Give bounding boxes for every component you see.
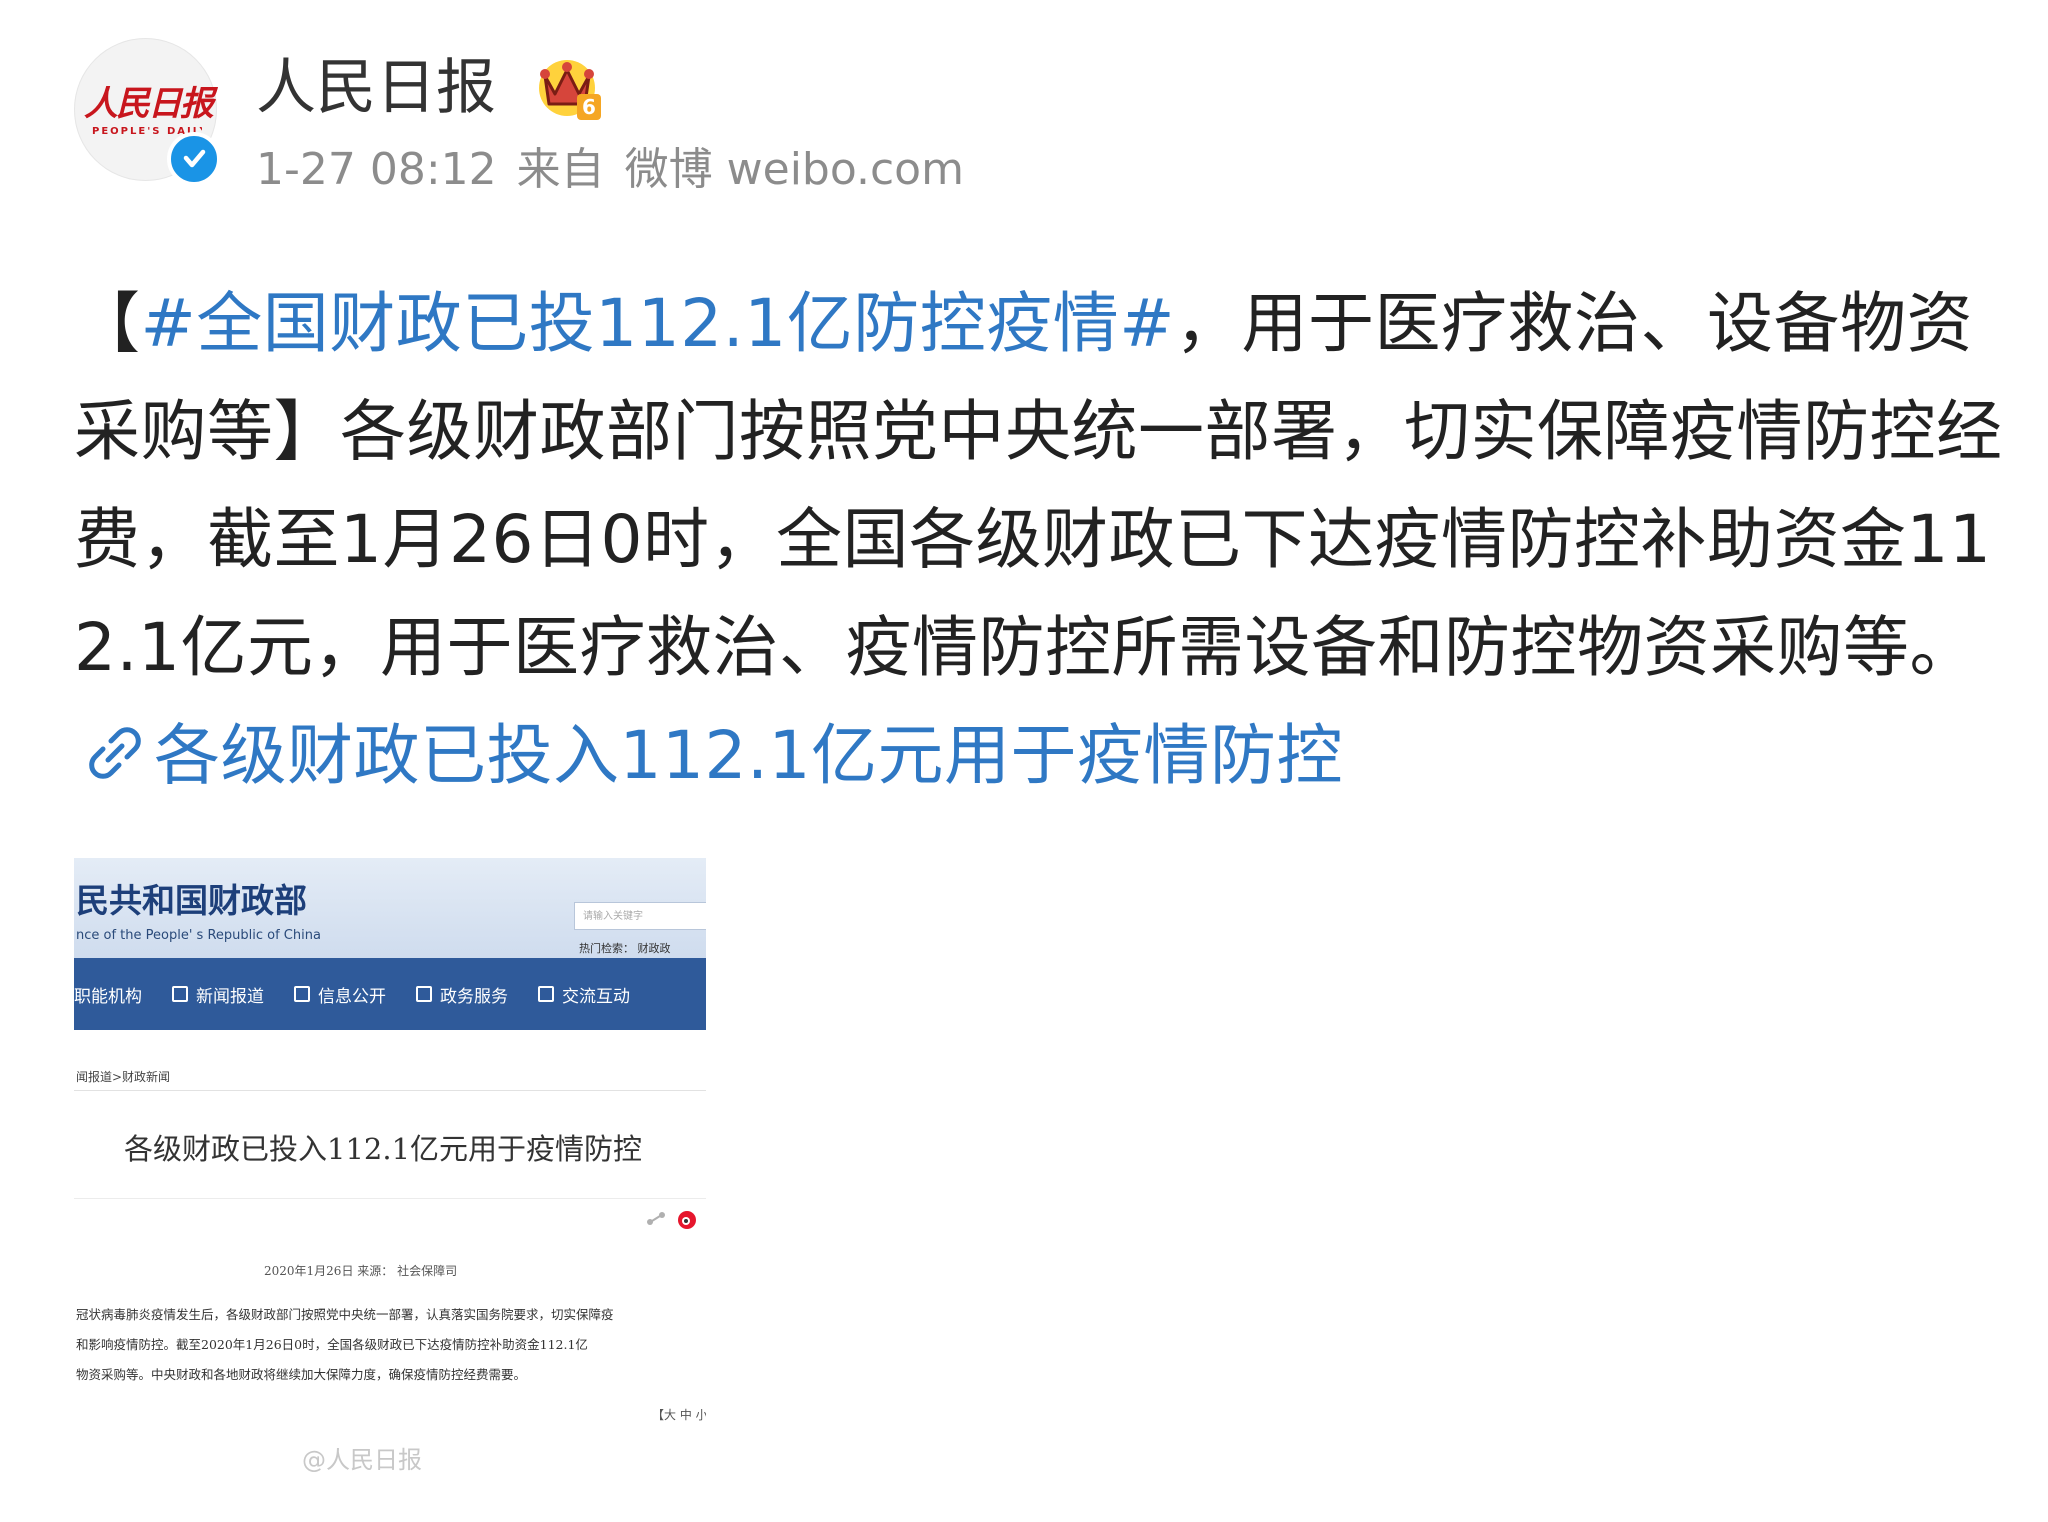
hot-search-label: 热门检索： 财政政	[579, 942, 671, 955]
site-title: 民共和国财政部	[76, 881, 307, 920]
article-paragraph: 冠状病毒肺炎疫情发生后，各级财政部门按照党中央统一部署，认真落实国务院要求，切实…	[76, 1300, 706, 1390]
breadcrumb: 闻报道>财政新闻	[76, 1070, 171, 1084]
article-date-source: 2020年1月26日 来源： 社会保障司	[264, 1264, 458, 1278]
link-chain-icon[interactable]	[82, 710, 148, 779]
post-meta: 1-27 08:12 来自 微博 weibo.com	[256, 140, 970, 200]
news-icon	[172, 986, 188, 1002]
post-date[interactable]: 1-27 08:12	[256, 144, 497, 195]
from-label: 来自	[516, 144, 605, 195]
nav-item-label: 新闻报道	[196, 986, 264, 1007]
document-icon	[294, 986, 310, 1002]
nav-item: 政务服务	[416, 982, 508, 1007]
nav-item-label: 职能机构	[74, 986, 142, 1007]
nav-item-label: 交流互动	[562, 986, 630, 1007]
site-nav-bar: 职能机构 新闻报道 信息公开 政务服务 交流互动	[74, 958, 706, 1030]
article-paragraph-line: 冠状病毒肺炎疫情发生后，各级财政部门按照党中央统一部署，认真落实国务院要求，切实…	[76, 1307, 614, 1322]
share-icons	[646, 1208, 698, 1230]
list-icon	[416, 986, 432, 1002]
avatar-logo-text: 人民日报	[84, 84, 214, 124]
weibo-share-icon	[678, 1211, 696, 1229]
post-body: 各级财政部门按照党中央统一部署，切实保障疫情防控经费，截至1月26日0时，全国各…	[74, 393, 2003, 686]
article-paragraph-line: 物资采购等。中央财政和各地财政将继续加大保障力度，确保疫情防控经费需要。	[76, 1367, 527, 1382]
nav-item-label: 政务服务	[440, 986, 508, 1007]
chat-icon	[538, 986, 554, 1002]
attached-image[interactable]: 民共和国财政部 nce of the People' s Republic of…	[74, 858, 706, 1486]
username[interactable]: 人民日报	[256, 48, 496, 128]
font-size-control: 【大 中 小	[652, 1408, 706, 1422]
nav-item: 新闻报道	[172, 982, 264, 1007]
verified-check-icon	[167, 132, 221, 186]
nav-item-label: 信息公开	[318, 986, 386, 1007]
crown-level-icon[interactable]: 6	[533, 52, 605, 124]
article-title: 各级财政已投入112.1亿元用于疫情防控	[124, 1132, 643, 1166]
divider	[74, 1198, 706, 1199]
article-paragraph-line: 和影响疫情防控。截至2020年1月26日0时，全国各级财政已下达疫情防控补助资金…	[76, 1337, 588, 1352]
watermark: @人民日报	[302, 1446, 422, 1474]
bracket-open: 【	[74, 285, 141, 362]
nav-item: 交流互动	[538, 982, 630, 1007]
nav-item: 信息公开	[294, 982, 386, 1007]
article-link[interactable]: 各级财政已投入112.1亿元用于疫情防控	[154, 717, 1343, 794]
site-search-input: 请输入关键字	[574, 902, 706, 930]
member-level-number: 6	[582, 95, 596, 119]
source-app[interactable]: 微博 weibo.com	[625, 144, 964, 195]
site-subtitle: nce of the People' s Republic of China	[76, 928, 321, 943]
topic-hashtag-link[interactable]: #全国财政已投112.1亿防控疫情#	[141, 285, 1176, 362]
nav-item: 职能机构	[74, 982, 142, 1007]
post-text: 【#全国财政已投112.1亿防控疫情#，用于医疗救治、设备物资采购等】各级财政部…	[74, 270, 2004, 810]
divider	[74, 1090, 706, 1091]
share-icon	[647, 1212, 665, 1225]
